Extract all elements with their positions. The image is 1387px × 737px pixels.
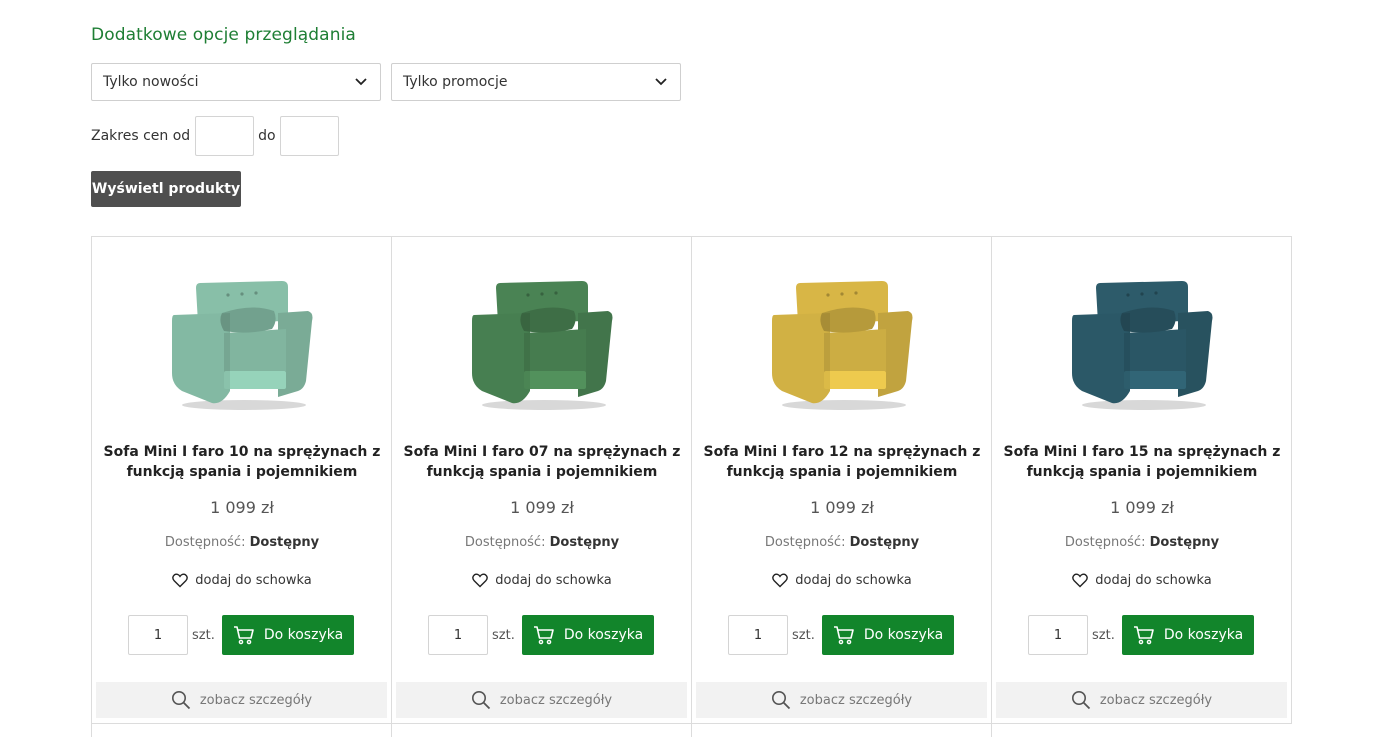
product-card: Sofa Mini I faro 10 na sprężynach z funk… xyxy=(92,237,392,724)
availability-value: Dostępny xyxy=(249,535,320,550)
view-details-button[interactable]: zobacz szczegóły xyxy=(996,682,1287,718)
heart-icon xyxy=(1072,573,1089,588)
availability: Dostępność: Dostępny xyxy=(392,535,692,550)
add-to-wishlist-link[interactable]: dodaj do schowka xyxy=(692,573,992,588)
availability-label: Dostępność: xyxy=(464,535,546,550)
search-icon xyxy=(171,691,190,710)
promo-only-select[interactable]: Tylko promocje xyxy=(391,63,681,101)
add-to-wishlist-link[interactable]: dodaj do schowka xyxy=(992,573,1292,588)
price-to-input[interactable] xyxy=(279,116,339,156)
availability-label: Dostępność: xyxy=(764,535,846,550)
view-details-button[interactable]: zobacz szczegóły xyxy=(396,682,687,718)
view-details-button[interactable]: zobacz szczegóły xyxy=(696,682,987,718)
product-card: Sofa Mini I faro 07 na sprężynach z funk… xyxy=(392,237,692,724)
filters-heading: Dodatkowe opcje przeglądania xyxy=(91,25,356,45)
availability-label: Dostępność: xyxy=(164,535,246,550)
product-title[interactable]: Sofa Mini I faro 10 na sprężynach z funk… xyxy=(102,442,382,482)
search-icon xyxy=(471,691,490,710)
add-to-cart-button[interactable]: Do koszyka xyxy=(822,615,954,655)
product-title[interactable]: Sofa Mini I faro 12 na sprężynach z funk… xyxy=(702,442,982,482)
cart-icon xyxy=(233,626,254,645)
product-price: 1 099 zł xyxy=(810,498,874,517)
quantity-unit: szt. xyxy=(1092,628,1115,643)
price-range: Zakres cen od do xyxy=(91,116,339,156)
chevron-down-icon xyxy=(654,75,668,89)
quantity-input[interactable]: 1 xyxy=(1028,615,1088,655)
view-details-label: zobacz szczegóły xyxy=(499,692,613,708)
availability-value: Dostępny xyxy=(549,535,620,550)
product-card: Sofa Mini I faro 12 na sprężynach z funk… xyxy=(692,237,992,724)
add-to-cart-button[interactable]: Do koszyka xyxy=(1122,615,1254,655)
availability-value: Dostępny xyxy=(1149,535,1220,550)
product-card: Sofa Mini I faro 15 na sprężynach z funk… xyxy=(992,237,1292,724)
price-to-label: do xyxy=(258,128,276,144)
quantity-input[interactable]: 1 xyxy=(128,615,188,655)
cart-icon xyxy=(533,626,554,645)
product-grid: Sofa Mini I faro 10 na sprężynach z funk… xyxy=(91,236,1292,737)
wishlist-label: dodaj do schowka xyxy=(495,573,612,588)
product-price: 1 099 zł xyxy=(1110,498,1174,517)
wishlist-label: dodaj do schowka xyxy=(1095,573,1212,588)
promo-only-select-value: Tylko promocje xyxy=(403,74,508,90)
add-to-cart-label: Do koszyka xyxy=(1163,627,1244,643)
add-to-cart-button[interactable]: Do koszyka xyxy=(222,615,354,655)
product-image[interactable] xyxy=(1042,253,1242,433)
product-price: 1 099 zł xyxy=(510,498,574,517)
cart-icon xyxy=(1133,626,1154,645)
quantity-input[interactable]: 1 xyxy=(428,615,488,655)
chevron-down-icon xyxy=(354,75,368,89)
next-row-card xyxy=(392,724,692,737)
availability-value: Dostępny xyxy=(849,535,920,550)
next-row-card xyxy=(692,724,992,737)
availability: Dostępność: Dostępny xyxy=(92,535,392,550)
quantity-input[interactable]: 1 xyxy=(728,615,788,655)
price-from-input[interactable] xyxy=(195,116,255,156)
add-to-wishlist-link[interactable]: dodaj do schowka xyxy=(392,573,692,588)
add-to-cart-label: Do koszyka xyxy=(863,627,944,643)
add-to-wishlist-link[interactable]: dodaj do schowka xyxy=(92,573,392,588)
next-row-card xyxy=(92,724,392,737)
add-to-cart-button[interactable]: Do koszyka xyxy=(522,615,654,655)
availability: Dostępność: Dostępny xyxy=(992,535,1292,550)
cart-icon xyxy=(833,626,854,645)
view-details-button[interactable]: zobacz szczegóły xyxy=(96,682,387,718)
new-only-select[interactable]: Tylko nowości xyxy=(91,63,381,101)
add-to-cart-label: Do koszyka xyxy=(563,627,644,643)
product-image[interactable] xyxy=(742,253,942,433)
availability: Dostępność: Dostępny xyxy=(692,535,992,550)
view-details-label: zobacz szczegóły xyxy=(1099,692,1213,708)
product-title[interactable]: Sofa Mini I faro 07 na sprężynach z funk… xyxy=(402,442,682,482)
product-title[interactable]: Sofa Mini I faro 15 na sprężynach z funk… xyxy=(1002,442,1282,482)
product-price: 1 099 zł xyxy=(210,498,274,517)
price-from-label: Zakres cen od xyxy=(91,128,191,144)
view-details-label: zobacz szczegóły xyxy=(199,692,313,708)
quantity-unit: szt. xyxy=(192,628,215,643)
show-products-button[interactable]: Wyświetl produkty xyxy=(91,171,241,207)
quantity-unit: szt. xyxy=(792,628,815,643)
product-image[interactable] xyxy=(142,253,342,433)
product-image[interactable] xyxy=(442,253,642,433)
wishlist-label: dodaj do schowka xyxy=(795,573,912,588)
wishlist-label: dodaj do schowka xyxy=(195,573,312,588)
search-icon xyxy=(771,691,790,710)
new-only-select-value: Tylko nowości xyxy=(103,74,199,90)
add-to-cart-label: Do koszyka xyxy=(263,627,344,643)
quantity-unit: szt. xyxy=(492,628,515,643)
heart-icon xyxy=(172,573,189,588)
view-details-label: zobacz szczegóły xyxy=(799,692,913,708)
availability-label: Dostępność: xyxy=(1064,535,1146,550)
search-icon xyxy=(1071,691,1090,710)
heart-icon xyxy=(772,573,789,588)
heart-icon xyxy=(472,573,489,588)
